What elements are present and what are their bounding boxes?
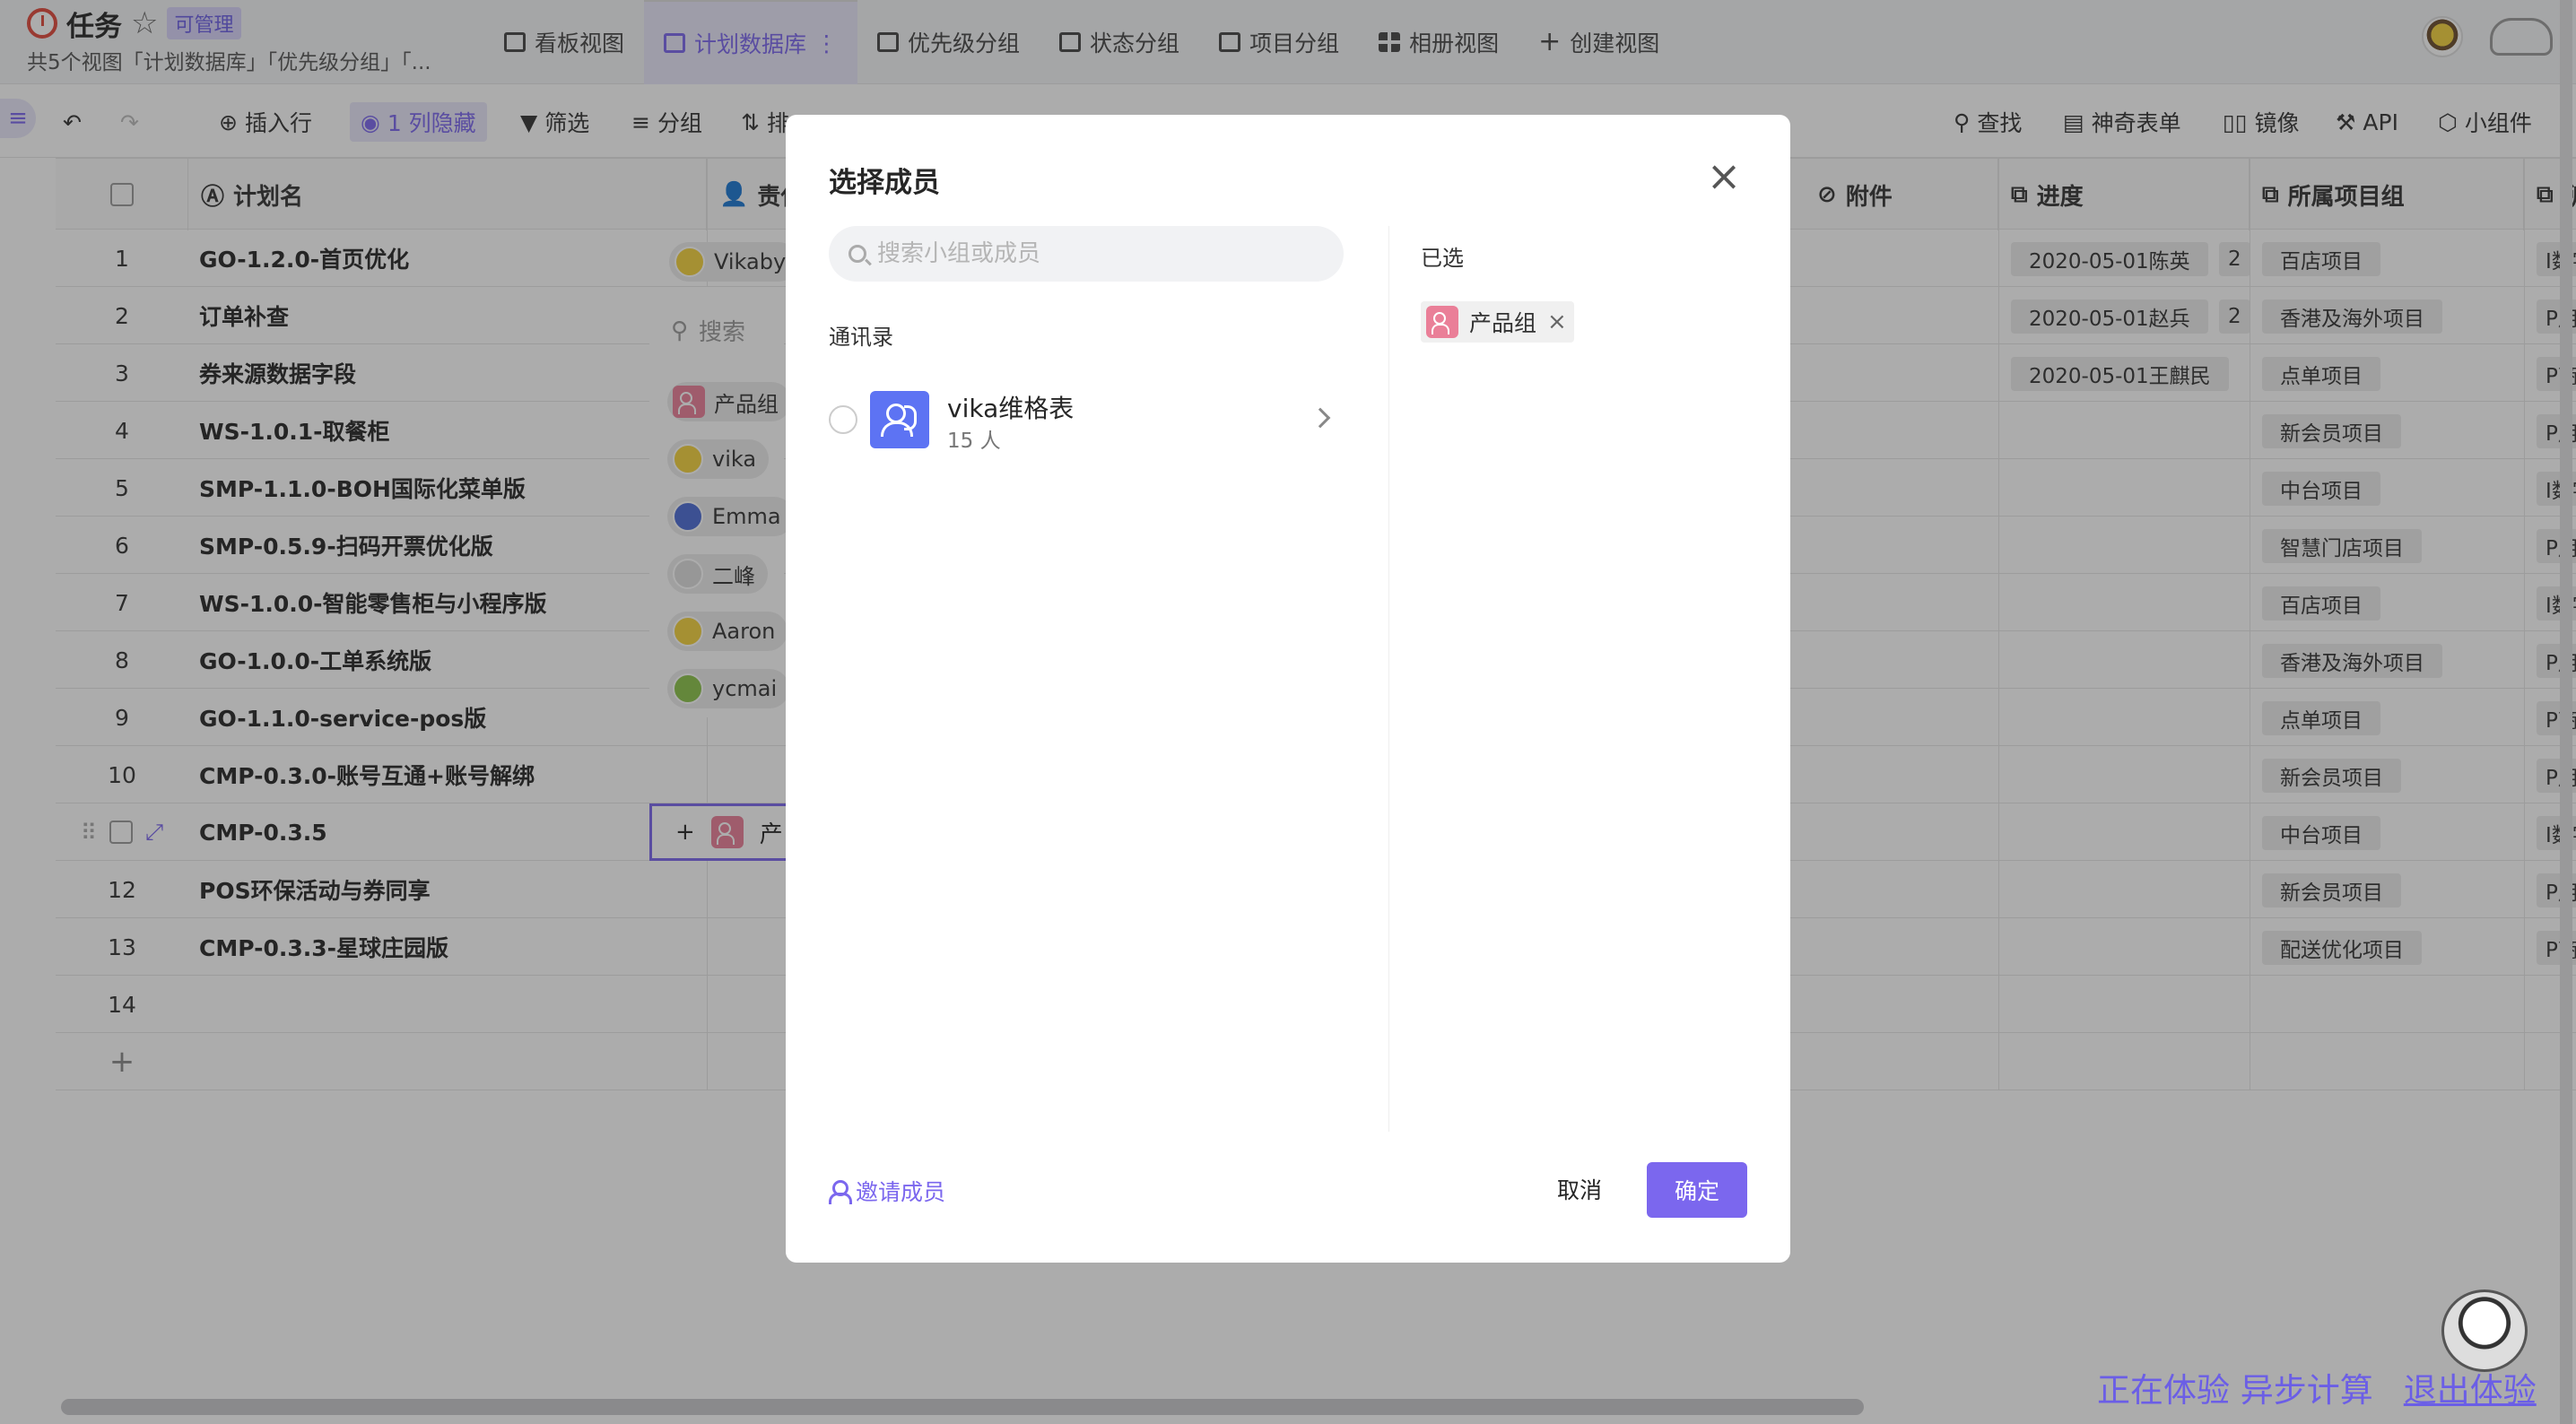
- invite-member-link[interactable]: 邀请成员: [829, 1175, 945, 1207]
- chevron-right-icon[interactable]: [1310, 407, 1331, 429]
- close-icon[interactable]: ×: [1704, 155, 1744, 197]
- member-search-box[interactable]: [829, 226, 1344, 282]
- confirm-button[interactable]: 确定: [1647, 1162, 1747, 1218]
- select-member-dialog: 选择成员 × 通讯录 vika维格表 15 人 已选 产品组 × 邀请成员 取消…: [786, 115, 1790, 1263]
- cancel-button[interactable]: 取消: [1539, 1162, 1620, 1216]
- team-name: vika维格表: [947, 394, 1075, 423]
- team-icon: [870, 391, 929, 448]
- contacts-label: 通讯录: [829, 325, 893, 350]
- search-icon: [849, 245, 866, 263]
- team-radio[interactable]: [829, 405, 857, 434]
- remove-icon[interactable]: ×: [1547, 308, 1567, 335]
- selected-label: 已选: [1421, 246, 1464, 271]
- contact-team-row[interactable]: vika维格表 15 人: [829, 384, 1331, 456]
- member-search-input[interactable]: [877, 240, 1308, 267]
- trial-text: 正在体验 异步计算: [2097, 1371, 2373, 1410]
- add-person-icon: [829, 1180, 852, 1204]
- dialog-title: 选择成员: [829, 167, 940, 199]
- dialog-divider: [1388, 226, 1389, 1132]
- team-member-count: 15 人: [947, 430, 1001, 453]
- exit-trial-link[interactable]: 退出体验: [2404, 1363, 2537, 1411]
- group-icon: [1426, 306, 1458, 338]
- mascot-bird-icon[interactable]: [2441, 1289, 2528, 1372]
- selected-chip: 产品组 ×: [1421, 301, 1574, 343]
- trial-banner: 正在体验 异步计算 退出体验: [2097, 1363, 2537, 1411]
